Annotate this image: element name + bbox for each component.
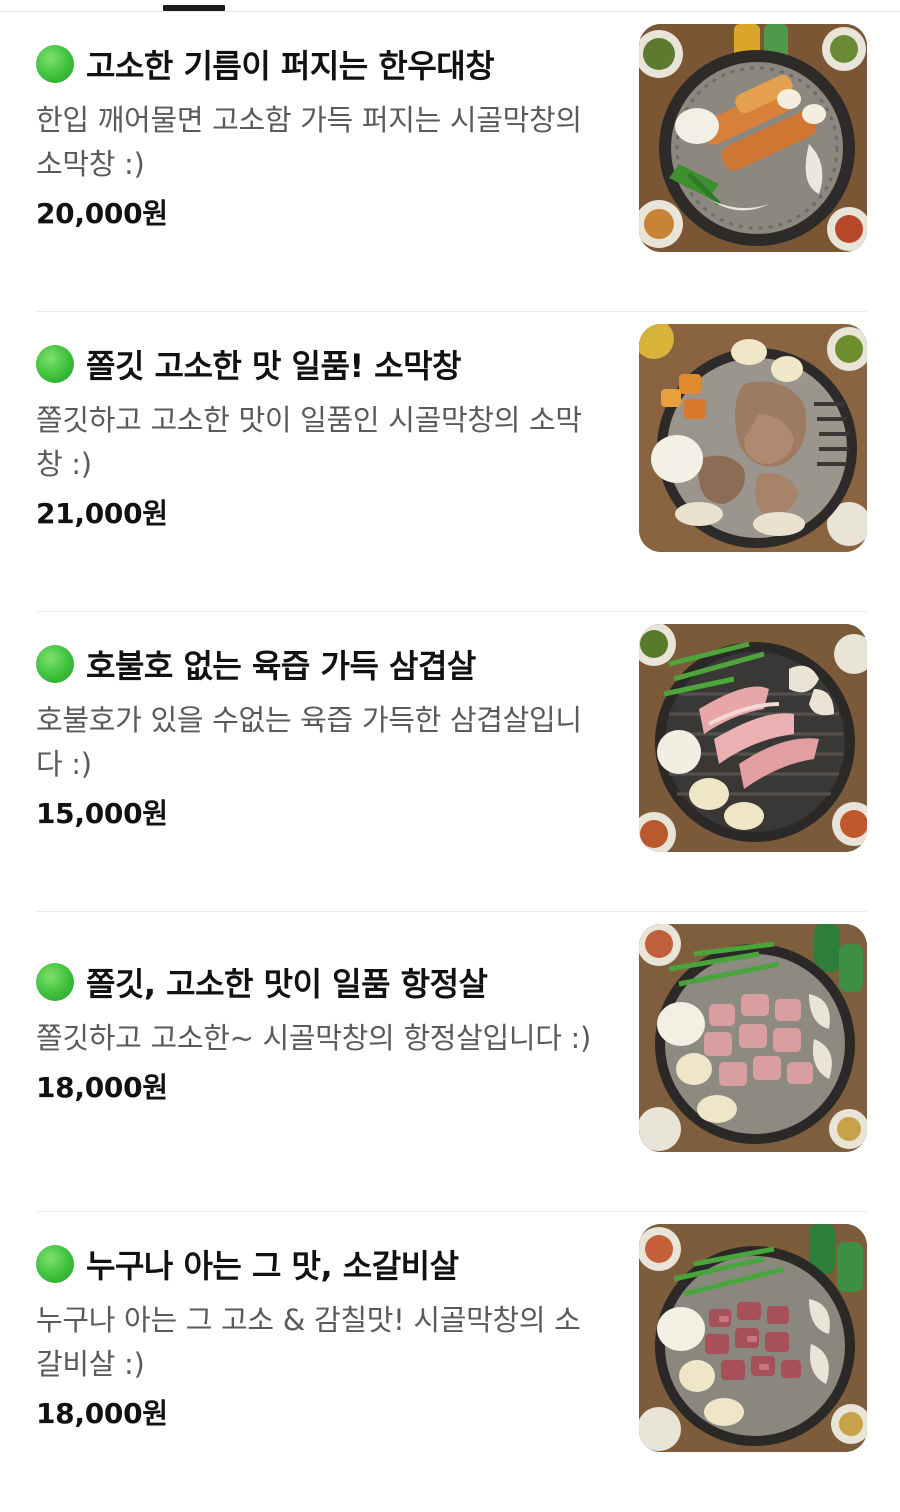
menu-item-title: 호불호 없는 육즙 가득 삼겹살 <box>86 647 476 685</box>
menu-item[interactable]: 쫄깃, 고소한 맛이 일품 항정살 쫄깃하고 고소한~ 시골막창의 항정살입니다… <box>0 912 900 1212</box>
menu-item-title-row: 누구나 아는 그 맛, 소갈비살 <box>36 1244 459 1285</box>
menu-item-photo[interactable] <box>639 1224 867 1452</box>
menu-item-title: 고소한 기름이 퍼지는 한우대창 <box>86 47 495 85</box>
menu-item-title-row: 고소한 기름이 퍼지는 한우대창 <box>36 44 495 85</box>
menu-list: 고소한 기름이 퍼지는 한우대창 한입 깨어물면 고소함 가득 퍼지는 시골막창… <box>0 12 900 1512</box>
menu-item-title: 쫄깃 고소한 맛 일품! 소막창 <box>86 347 462 385</box>
menu-item[interactable]: 쫄깃 고소한 맛 일품! 소막창 쫄깃하고 고소한 맛이 일품인 시골막창의 소… <box>0 312 900 612</box>
active-tab-indicator <box>163 5 225 11</box>
menu-item-title: 누구나 아는 그 맛, 소갈비살 <box>86 1247 459 1285</box>
menu-item-photo[interactable] <box>639 624 867 852</box>
menu-item-price: 21,000원 <box>36 497 168 530</box>
green-circle-icon <box>36 345 74 383</box>
menu-item-description: 호불호가 있을 수없는 육즙 가득한 삼겹살입니다 :) <box>36 703 582 781</box>
menu-item-photo[interactable] <box>639 324 867 552</box>
menu-item-title-row: 쫄깃 고소한 맛 일품! 소막창 <box>36 344 462 385</box>
menu-item-description: 쫄깃하고 고소한 맛이 일품인 시골막창의 소막창 :) <box>36 403 582 481</box>
tab-strip <box>0 0 900 12</box>
menu-item-price: 18,000원 <box>36 1071 168 1104</box>
menu-item[interactable]: 누구나 아는 그 맛, 소갈비살 누구나 아는 그 고소 & 감칠맛! 시골막창… <box>0 1212 900 1512</box>
menu-item-description: 한입 깨어물면 고소함 가득 퍼지는 시골막창의 소막창 :) <box>36 103 582 181</box>
green-circle-icon <box>36 963 74 1001</box>
menu-item-price: 15,000원 <box>36 797 168 830</box>
menu-item-description: 쫄깃하고 고소한~ 시골막창의 항정살입니다 :) <box>36 1021 591 1055</box>
menu-item-photo[interactable] <box>639 24 867 252</box>
menu-item[interactable]: 호불호 없는 육즙 가득 삼겹살 호불호가 있을 수없는 육즙 가득한 삼겹살입… <box>0 612 900 912</box>
menu-item-title-row: 쫄깃, 고소한 맛이 일품 항정살 <box>36 962 488 1003</box>
green-circle-icon <box>36 645 74 683</box>
green-circle-icon <box>36 45 74 83</box>
menu-item[interactable]: 고소한 기름이 퍼지는 한우대창 한입 깨어물면 고소함 가득 퍼지는 시골막창… <box>0 12 900 312</box>
menu-item-photo[interactable] <box>639 924 867 1152</box>
green-circle-icon <box>36 1245 74 1283</box>
menu-item-price: 18,000원 <box>36 1397 168 1430</box>
menu-item-price: 20,000원 <box>36 197 168 230</box>
menu-item-description: 누구나 아는 그 고소 & 감칠맛! 시골막창의 소갈비살 :) <box>36 1303 581 1381</box>
menu-item-title-row: 호불호 없는 육즙 가득 삼겹살 <box>36 644 476 685</box>
menu-item-title: 쫄깃, 고소한 맛이 일품 항정살 <box>86 965 488 1003</box>
